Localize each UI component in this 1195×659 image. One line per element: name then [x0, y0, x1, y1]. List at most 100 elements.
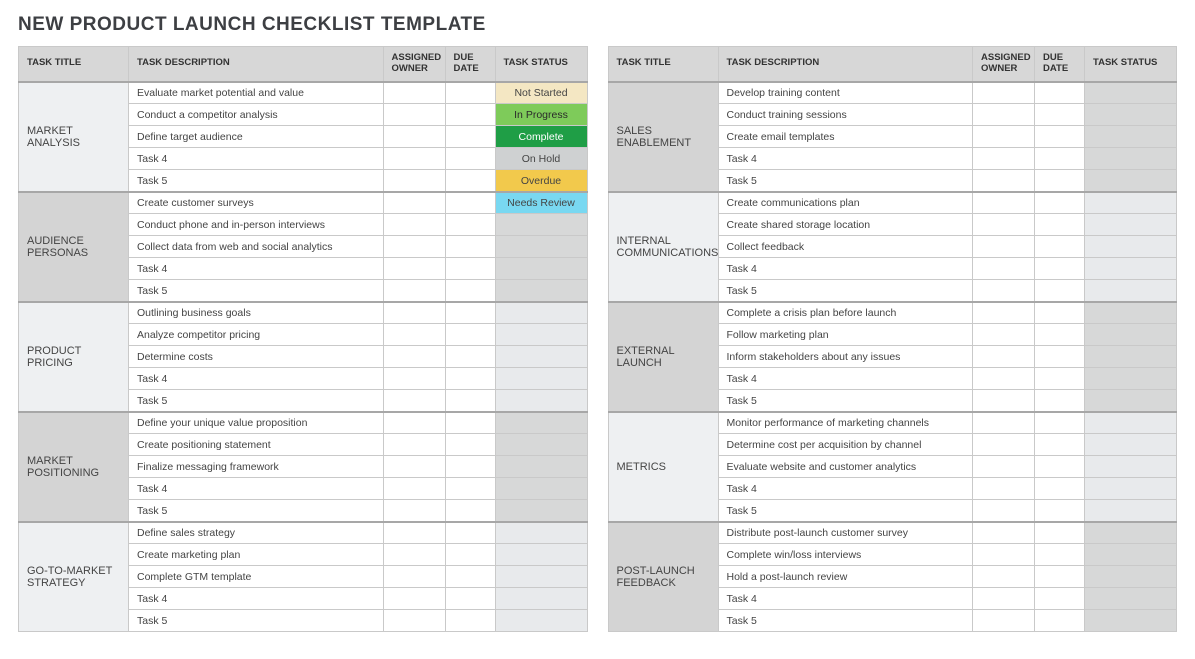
due-date-cell[interactable]: [445, 280, 495, 302]
assigned-owner-cell[interactable]: [383, 170, 445, 192]
task-status-cell[interactable]: [495, 324, 587, 346]
task-status-cell[interactable]: On Hold: [495, 148, 587, 170]
due-date-cell[interactable]: [1035, 104, 1085, 126]
due-date-cell[interactable]: [1035, 478, 1085, 500]
task-status-cell[interactable]: [1085, 544, 1177, 566]
task-status-cell[interactable]: [495, 368, 587, 390]
due-date-cell[interactable]: [445, 478, 495, 500]
due-date-cell[interactable]: [1035, 390, 1085, 412]
assigned-owner-cell[interactable]: [973, 104, 1035, 126]
assigned-owner-cell[interactable]: [973, 434, 1035, 456]
due-date-cell[interactable]: [445, 236, 495, 258]
assigned-owner-cell[interactable]: [383, 214, 445, 236]
due-date-cell[interactable]: [445, 126, 495, 148]
assigned-owner-cell[interactable]: [973, 148, 1035, 170]
due-date-cell[interactable]: [445, 302, 495, 324]
assigned-owner-cell[interactable]: [973, 346, 1035, 368]
task-status-cell[interactable]: [1085, 566, 1177, 588]
due-date-cell[interactable]: [1035, 346, 1085, 368]
due-date-cell[interactable]: [445, 610, 495, 632]
assigned-owner-cell[interactable]: [383, 412, 445, 434]
task-status-cell[interactable]: [495, 434, 587, 456]
assigned-owner-cell[interactable]: [383, 192, 445, 214]
assigned-owner-cell[interactable]: [383, 566, 445, 588]
assigned-owner-cell[interactable]: [973, 214, 1035, 236]
due-date-cell[interactable]: [1035, 434, 1085, 456]
due-date-cell[interactable]: [1035, 192, 1085, 214]
task-status-cell[interactable]: [1085, 610, 1177, 632]
task-status-cell[interactable]: [1085, 192, 1177, 214]
task-status-cell[interactable]: [1085, 258, 1177, 280]
assigned-owner-cell[interactable]: [973, 588, 1035, 610]
assigned-owner-cell[interactable]: [383, 368, 445, 390]
due-date-cell[interactable]: [1035, 588, 1085, 610]
task-status-cell[interactable]: [495, 302, 587, 324]
task-status-cell[interactable]: [1085, 214, 1177, 236]
assigned-owner-cell[interactable]: [383, 456, 445, 478]
task-status-cell[interactable]: [1085, 456, 1177, 478]
assigned-owner-cell[interactable]: [383, 126, 445, 148]
task-status-cell[interactable]: [495, 412, 587, 434]
due-date-cell[interactable]: [445, 258, 495, 280]
task-status-cell[interactable]: [495, 214, 587, 236]
assigned-owner-cell[interactable]: [973, 258, 1035, 280]
due-date-cell[interactable]: [445, 214, 495, 236]
assigned-owner-cell[interactable]: [973, 566, 1035, 588]
task-status-cell[interactable]: [495, 258, 587, 280]
due-date-cell[interactable]: [1035, 82, 1085, 104]
task-status-cell[interactable]: [495, 500, 587, 522]
assigned-owner-cell[interactable]: [973, 368, 1035, 390]
assigned-owner-cell[interactable]: [973, 412, 1035, 434]
due-date-cell[interactable]: [445, 170, 495, 192]
assigned-owner-cell[interactable]: [973, 522, 1035, 544]
task-status-cell[interactable]: [495, 236, 587, 258]
task-status-cell[interactable]: [1085, 82, 1177, 104]
due-date-cell[interactable]: [445, 390, 495, 412]
task-status-cell[interactable]: [1085, 324, 1177, 346]
due-date-cell[interactable]: [445, 346, 495, 368]
task-status-cell[interactable]: [1085, 390, 1177, 412]
assigned-owner-cell[interactable]: [973, 478, 1035, 500]
assigned-owner-cell[interactable]: [383, 478, 445, 500]
due-date-cell[interactable]: [1035, 280, 1085, 302]
due-date-cell[interactable]: [445, 588, 495, 610]
assigned-owner-cell[interactable]: [973, 544, 1035, 566]
assigned-owner-cell[interactable]: [383, 434, 445, 456]
assigned-owner-cell[interactable]: [383, 522, 445, 544]
assigned-owner-cell[interactable]: [973, 82, 1035, 104]
due-date-cell[interactable]: [1035, 522, 1085, 544]
assigned-owner-cell[interactable]: [973, 170, 1035, 192]
task-status-cell[interactable]: [1085, 478, 1177, 500]
task-status-cell[interactable]: [495, 610, 587, 632]
task-status-cell[interactable]: [1085, 346, 1177, 368]
task-status-cell[interactable]: [1085, 434, 1177, 456]
assigned-owner-cell[interactable]: [383, 258, 445, 280]
task-status-cell[interactable]: [495, 588, 587, 610]
due-date-cell[interactable]: [1035, 368, 1085, 390]
assigned-owner-cell[interactable]: [383, 104, 445, 126]
due-date-cell[interactable]: [1035, 566, 1085, 588]
due-date-cell[interactable]: [445, 104, 495, 126]
due-date-cell[interactable]: [1035, 236, 1085, 258]
task-status-cell[interactable]: [1085, 368, 1177, 390]
due-date-cell[interactable]: [1035, 126, 1085, 148]
task-status-cell[interactable]: Not Started: [495, 82, 587, 104]
task-status-cell[interactable]: In Progress: [495, 104, 587, 126]
task-status-cell[interactable]: [495, 566, 587, 588]
due-date-cell[interactable]: [445, 192, 495, 214]
assigned-owner-cell[interactable]: [973, 456, 1035, 478]
task-status-cell[interactable]: Needs Review: [495, 192, 587, 214]
due-date-cell[interactable]: [445, 368, 495, 390]
task-status-cell[interactable]: Complete: [495, 126, 587, 148]
due-date-cell[interactable]: [445, 148, 495, 170]
task-status-cell[interactable]: [495, 478, 587, 500]
due-date-cell[interactable]: [445, 522, 495, 544]
task-status-cell[interactable]: [495, 522, 587, 544]
assigned-owner-cell[interactable]: [973, 302, 1035, 324]
task-status-cell[interactable]: [495, 390, 587, 412]
assigned-owner-cell[interactable]: [383, 346, 445, 368]
assigned-owner-cell[interactable]: [383, 148, 445, 170]
due-date-cell[interactable]: [445, 434, 495, 456]
assigned-owner-cell[interactable]: [383, 588, 445, 610]
task-status-cell[interactable]: [495, 346, 587, 368]
